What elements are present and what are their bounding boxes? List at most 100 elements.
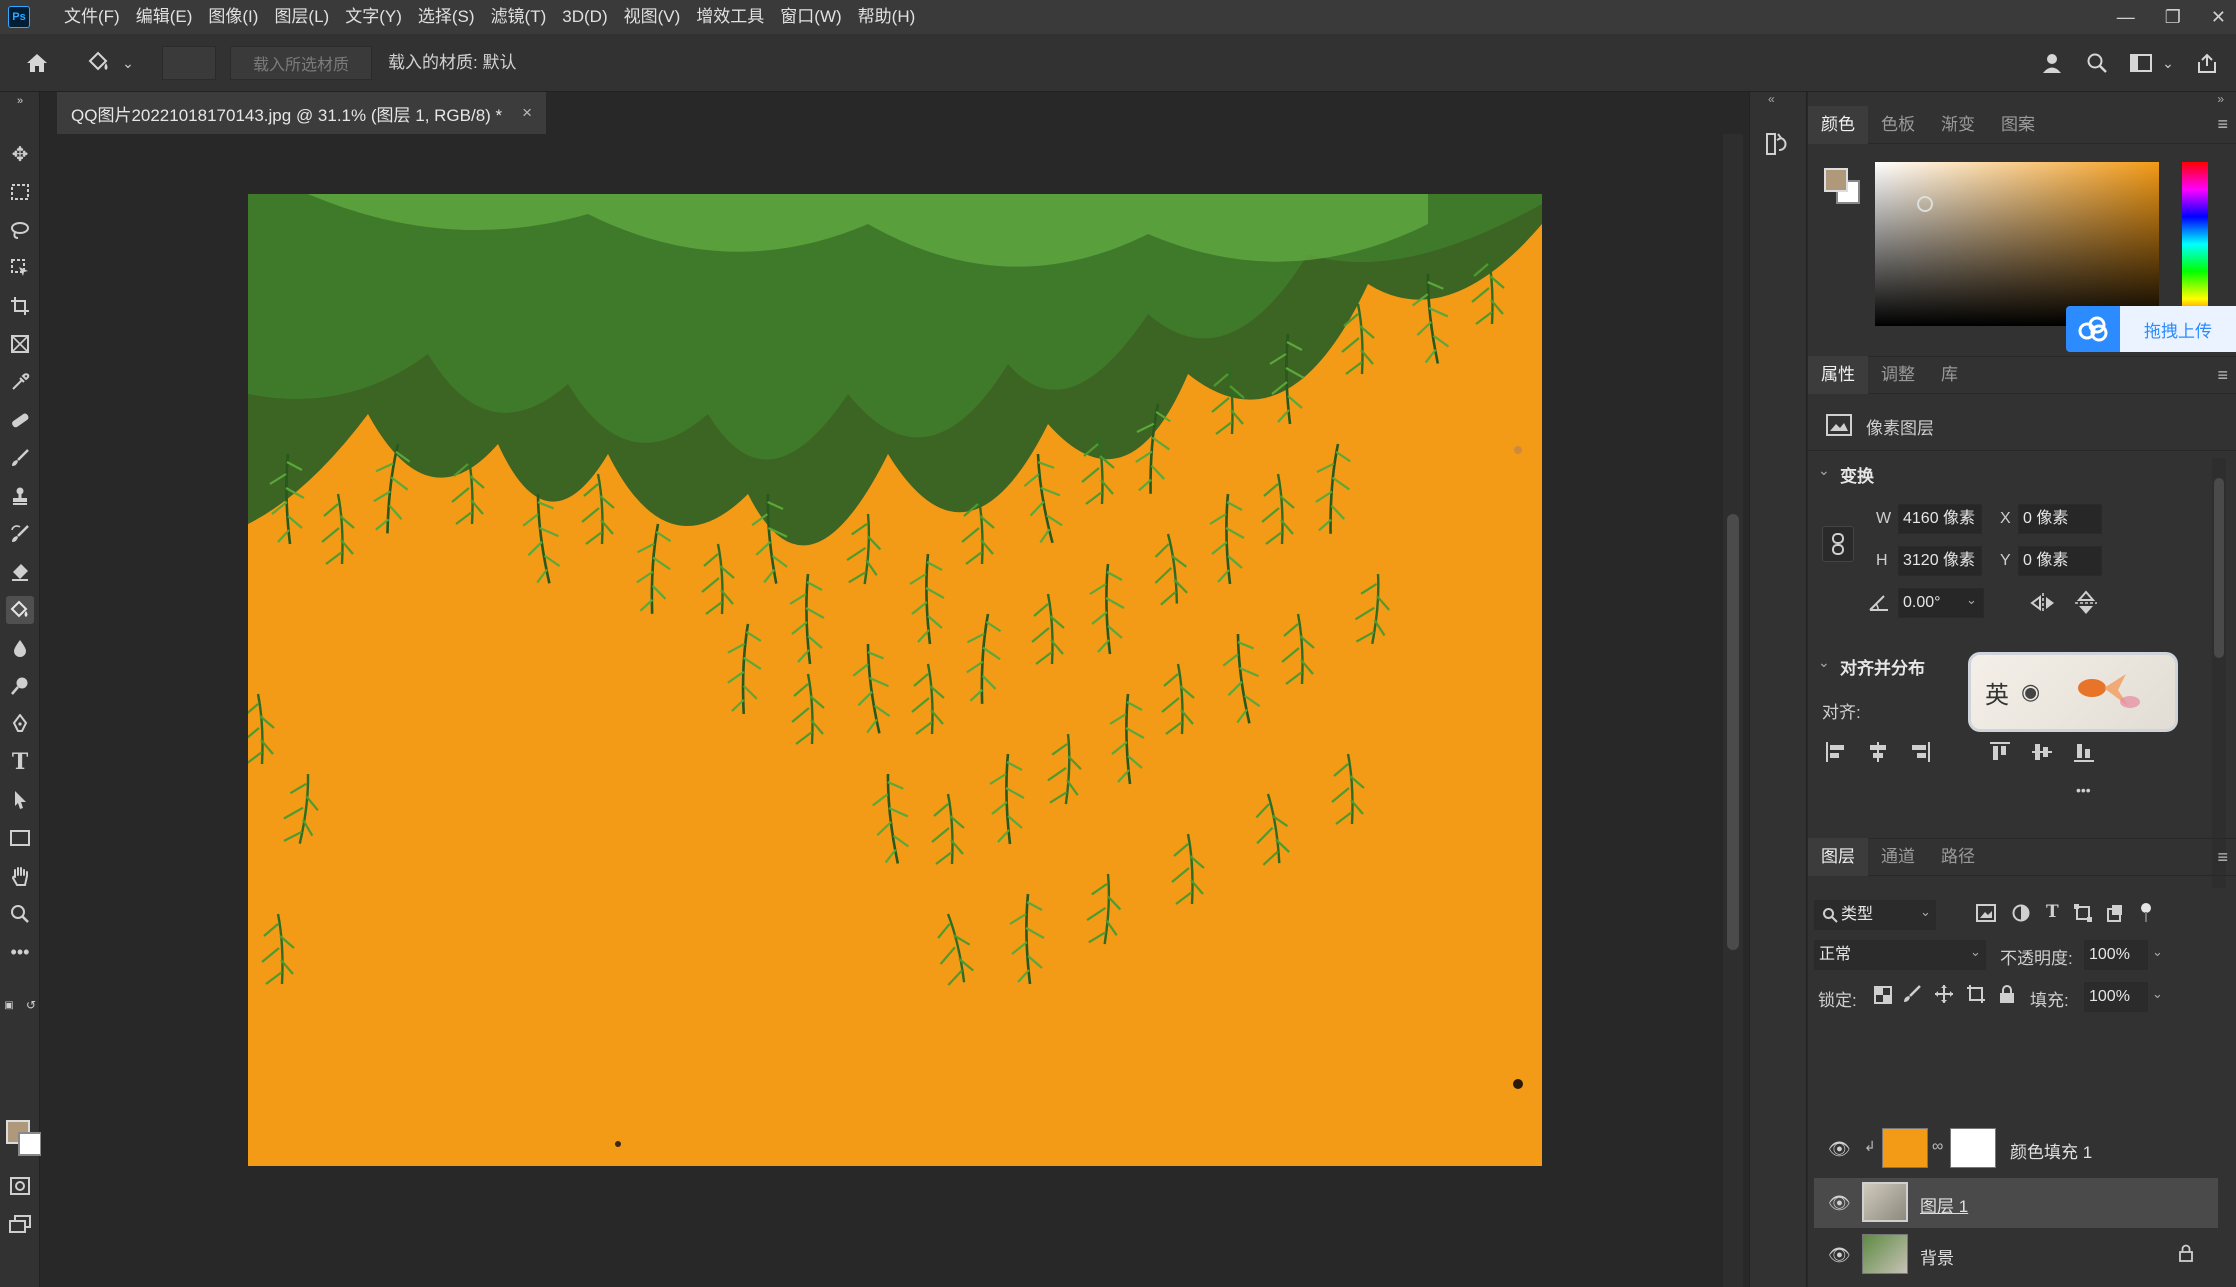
properties-panel-menu-icon[interactable]: ≡ (2217, 365, 2228, 386)
opacity-field[interactable]: 100% (2084, 940, 2148, 970)
lock-artboard-icon[interactable] (1966, 984, 1986, 1004)
align-right-edges-icon[interactable] (1908, 740, 1932, 764)
height-field[interactable]: 3120 像素 (1898, 546, 1982, 576)
quick-mask-icon[interactable] (6, 1172, 34, 1200)
tab-color[interactable]: 颜色 (1808, 105, 1868, 144)
filter-type-icon[interactable]: T (2046, 902, 2059, 922)
layer-row-layer-1[interactable]: 👁 图层 1 (1814, 1178, 2218, 1228)
menu-view[interactable]: 视图(V) (616, 0, 689, 34)
blend-mode-chevron-down-icon[interactable]: ⌄ (1970, 944, 1981, 960)
history-brush-tool-icon[interactable] (6, 520, 34, 548)
transform-section-title[interactable]: 变换 (1840, 462, 1874, 487)
menu-filter[interactable]: 滤镜(T) (483, 0, 555, 34)
tab-gradients[interactable]: 渐变 (1928, 106, 1988, 144)
close-tab-icon[interactable]: × (522, 103, 532, 123)
fill-field[interactable]: 100% (2084, 982, 2148, 1012)
hand-tool-icon[interactable] (6, 862, 34, 890)
visibility-eye-icon[interactable]: 👁 (1828, 1139, 1851, 1160)
tab-adjustments[interactable]: 调整 (1868, 356, 1928, 394)
healing-brush-tool-icon[interactable] (6, 406, 34, 434)
menu-file[interactable]: 文件(F) (56, 0, 128, 34)
material-preview-box[interactable] (162, 46, 216, 80)
menu-image[interactable]: 图像(I) (200, 0, 266, 34)
rectangle-tool-icon[interactable] (6, 824, 34, 852)
home-icon[interactable] (22, 48, 52, 78)
filter-chevron-down-icon[interactable]: ⌄ (1920, 904, 1931, 920)
more-tools-icon[interactable]: ••• (6, 938, 34, 966)
layers-panel-menu-icon[interactable]: ≡ (2217, 847, 2228, 868)
layer-row-color-fill[interactable]: 👁 ↲ ∞ 颜色填充 1 (1814, 1124, 2218, 1174)
background-color-swatch[interactable] (18, 1132, 42, 1156)
tab-paths[interactable]: 路径 (1928, 838, 1988, 876)
restore-icon[interactable]: ❐ (2165, 7, 2181, 28)
layer-name[interactable]: 图层 1 (1920, 1192, 1968, 1217)
filter-adjustment-icon[interactable] (2012, 904, 2030, 922)
angle-chevron-down-icon[interactable]: ⌄ (1966, 592, 1977, 608)
collapse-expand-icon[interactable]: » (6, 95, 34, 107)
tab-layers[interactable]: 图层 (1808, 838, 1868, 876)
opacity-chevron-down-icon[interactable]: ⌄ (2152, 944, 2163, 960)
x-field[interactable]: 0 像素 (2018, 504, 2102, 534)
tab-channels[interactable]: 通道 (1868, 838, 1928, 876)
scrollbar-thumb[interactable] (1727, 514, 1739, 950)
frame-tool-icon[interactable] (6, 330, 34, 358)
color-picker-cursor[interactable] (1917, 196, 1933, 212)
lock-position-icon[interactable] (1934, 984, 1954, 1004)
minimize-icon[interactable]: — (2117, 7, 2135, 28)
screen-mode-icon[interactable] (6, 1210, 34, 1238)
align-section-title[interactable]: 对齐并分布 (1840, 654, 1925, 679)
flip-horizontal-icon[interactable] (2030, 592, 2056, 614)
hue-slider[interactable] (2182, 162, 2208, 326)
more-options-icon[interactable]: ••• (2076, 782, 2091, 798)
account-icon[interactable] (2038, 48, 2068, 78)
mask-link-icon[interactable]: ∞ (1932, 1138, 1943, 1156)
lock-all-icon[interactable] (1998, 984, 2016, 1004)
menu-3d[interactable]: 3D(D) (554, 0, 615, 34)
paint-bucket-tool-icon[interactable] (6, 596, 34, 624)
menu-layer[interactable]: 图层(L) (266, 0, 337, 34)
marquee-tool-icon[interactable] (6, 178, 34, 206)
lock-image-pixels-icon[interactable] (1902, 984, 1922, 1004)
eraser-tool-icon[interactable] (6, 558, 34, 586)
brush-tool-icon[interactable] (6, 444, 34, 472)
width-field[interactable]: 4160 像素 (1898, 504, 1982, 534)
crop-tool-icon[interactable] (6, 292, 34, 320)
filter-pixel-icon[interactable] (1976, 904, 1996, 922)
align-top-edges-icon[interactable] (1988, 740, 2012, 764)
filter-toggle-icon[interactable] (2138, 902, 2154, 924)
align-bottom-edges-icon[interactable] (2072, 740, 2096, 764)
menu-type[interactable]: 文字(Y) (337, 0, 410, 34)
workspace-chevron-down-icon[interactable]: ⌄ (2160, 48, 2176, 78)
color-picker-field[interactable] (1875, 162, 2159, 326)
object-selection-tool-icon[interactable] (6, 254, 34, 282)
expand-panels-icon[interactable]: » (2217, 92, 2224, 106)
blur-tool-icon[interactable] (6, 634, 34, 662)
upload-widget[interactable]: 拖拽上传 (2066, 306, 2236, 352)
menu-window[interactable]: 窗口(W) (772, 0, 849, 34)
paint-bucket-tool-icon[interactable] (84, 48, 114, 78)
align-left-edges-icon[interactable] (1824, 740, 1848, 764)
history-panel-icon[interactable] (1764, 130, 1792, 158)
swap-colors-icon[interactable]: ↺ (24, 998, 38, 1012)
properties-scrollbar[interactable] (2212, 458, 2226, 888)
flip-vertical-icon[interactable] (2074, 590, 2098, 616)
align-vertical-centers-icon[interactable] (2030, 740, 2054, 764)
y-field[interactable]: 0 像素 (2018, 546, 2102, 576)
workspace-icon[interactable] (2126, 48, 2156, 78)
type-tool-icon[interactable]: T (6, 748, 34, 776)
properties-scrollbar-thumb[interactable] (2214, 478, 2224, 658)
align-horizontal-centers-icon[interactable] (1866, 740, 1890, 764)
lock-transparent-pixels-icon[interactable] (1874, 986, 1892, 1004)
collapse-panels-icon[interactable]: « (1768, 92, 1775, 106)
share-icon[interactable] (2192, 48, 2222, 78)
default-colors-icon[interactable]: ▣ (2, 998, 16, 1012)
menu-edit[interactable]: 编辑(E) (128, 0, 201, 34)
tab-properties[interactable]: 属性 (1808, 356, 1868, 394)
load-selected-material-button[interactable]: 载入所选材质 (230, 46, 372, 80)
document-tab[interactable]: QQ图片20221018170143.jpg @ 31.1% (图层 1, RG… (57, 92, 547, 134)
lasso-tool-icon[interactable] (6, 216, 34, 244)
visibility-eye-icon[interactable]: 👁 (1828, 1245, 1851, 1266)
filter-smart-object-icon[interactable] (2106, 904, 2124, 922)
layer-row-background[interactable]: 👁 背景 (1814, 1230, 2218, 1280)
blend-mode-select[interactable]: 正常 (1814, 940, 1986, 970)
